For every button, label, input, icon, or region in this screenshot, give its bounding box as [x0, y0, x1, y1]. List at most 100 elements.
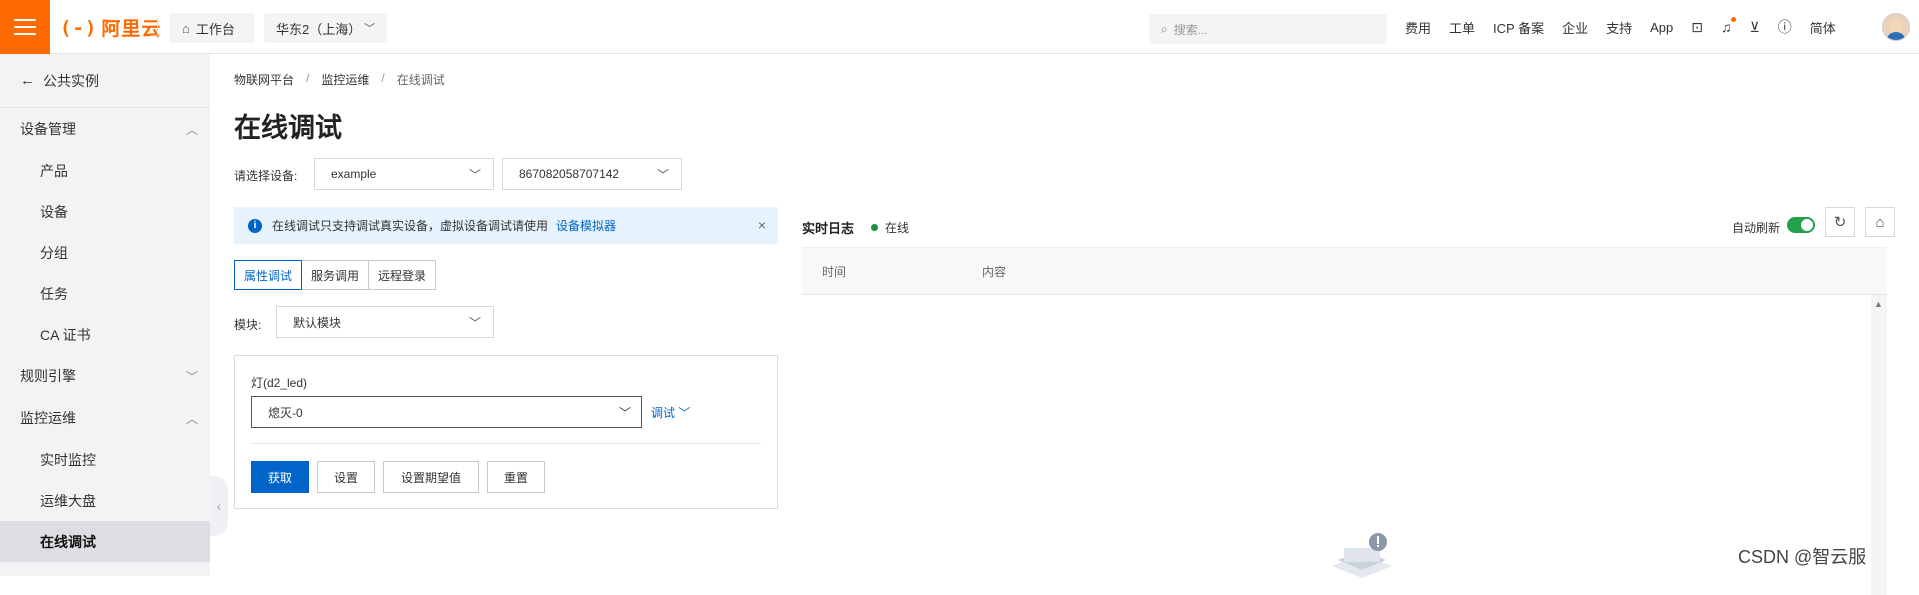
back-to-instances[interactable]: ← 公共实例 [0, 54, 210, 108]
terminal-icon[interactable]: ⊡ [1691, 19, 1703, 36]
search-icon: ⌕ [1161, 21, 1168, 36]
auto-refresh-toggle[interactable] [1787, 217, 1815, 233]
trash-icon: ⌂ [1875, 213, 1885, 231]
module-select[interactable]: 默认模块 ﹀ [276, 306, 494, 338]
notification-dot [1730, 17, 1736, 22]
panel-divider [251, 443, 761, 444]
bell-icon[interactable]: ♫ [1721, 17, 1736, 35]
log-table-header: 时间 内容 [802, 247, 1887, 295]
device-simulator-link[interactable]: 设备模拟器 [556, 217, 616, 234]
top-links: 费用 工单 ICP 备案 企业 支持 App ⊡ ♫ ⊻ ⓘ 简体 [1405, 0, 1854, 54]
tab-remote-login[interactable]: 远程登录 [368, 260, 437, 290]
reset-button[interactable]: 重置 [487, 461, 545, 493]
debug-link-label: 调试 [651, 406, 676, 420]
chevron-down-icon: ﹀ [364, 23, 375, 35]
breadcrumb-item-current: 在线调试 [396, 73, 445, 87]
module-label: 模块: [234, 318, 262, 332]
link-icp[interactable]: ICP 备案 [1493, 18, 1544, 37]
sidebar-item-ca-cert[interactable]: CA 证书 [0, 314, 210, 355]
home-icon: ⌂ [182, 20, 190, 36]
breadcrumb-separator: / [306, 71, 310, 85]
search-input[interactable]: ⌕ 搜索... [1149, 14, 1387, 44]
clear-log-button[interactable]: ⌂ [1865, 207, 1895, 237]
main-content: 物联网平台 / 监控运维 / 在线调试 在线调试 请选择设备: example … [210, 54, 1919, 595]
chevron-down-icon: ﹀ [468, 167, 481, 182]
sidebar-item-online-debug[interactable]: 在线调试 [0, 521, 210, 562]
region-selector[interactable]: 华东2（上海） ﹀ [264, 13, 387, 43]
log-table: 时间 内容 ▲ [802, 247, 1887, 595]
menu-button[interactable] [0, 0, 50, 54]
menu-icon [14, 19, 36, 35]
set-button[interactable]: 设置 [317, 461, 375, 493]
sidebar-item-devices[interactable]: 设备 [0, 191, 210, 232]
property-value-select[interactable]: 熄灭-0 ﹀ [251, 396, 642, 428]
tab-property-debug[interactable]: 属性调试 [234, 260, 303, 290]
column-content: 内容 [982, 264, 1007, 279]
debug-dropdown[interactable]: 调试 ﹀ [651, 404, 690, 421]
chevron-up-icon: ︿ [185, 411, 198, 426]
breadcrumb-item-monitoring[interactable]: 监控运维 [321, 71, 369, 88]
cart-icon[interactable]: ⊻ [1750, 19, 1760, 36]
link-support[interactable]: 支持 [1606, 18, 1632, 37]
device-select[interactable]: 867082058707142 ﹀ [502, 158, 682, 190]
sidebar-item-realtime-monitor[interactable]: 实时监控 [0, 439, 210, 480]
product-select[interactable]: example ﹀ [314, 158, 494, 190]
log-scrollbar[interactable]: ▲ [1871, 295, 1887, 595]
online-dot [871, 224, 878, 231]
link-ticket[interactable]: 工单 [1449, 18, 1475, 37]
sidebar-group-device-management[interactable]: 设备管理 ︿ [0, 108, 210, 150]
chevron-down-icon: ﹀ [185, 369, 198, 384]
language-switch[interactable]: 简体 [1810, 18, 1836, 37]
region-label: 华东2（上海） [276, 21, 362, 37]
search-placeholder: 搜索... [1173, 22, 1208, 37]
help-icon[interactable]: ⓘ [1778, 17, 1792, 37]
arrow-left-icon: ← [20, 72, 35, 89]
device-select-label: 请选择设备: [234, 169, 298, 183]
logo-divider [157, 18, 158, 36]
workbench-button[interactable]: ⌂ 工作台 [170, 13, 254, 43]
top-bar: (-) 阿里云 ⌂ 工作台 华东2（上海） ﹀ ⌕ 搜索... 费用 工单 IC… [0, 0, 1919, 54]
online-status: 在线 [871, 219, 909, 236]
property-panel: 灯(d2_led) 熄灭-0 ﹀ 调试 ﹀ 获取 设置 设置期望值 重置 [234, 355, 778, 509]
sidebar-group-rule-engine[interactable]: 规则引擎 ﹀ [0, 355, 210, 397]
chevron-down-icon: ﹀ [656, 167, 669, 182]
group-label: 监控运维 [20, 410, 76, 426]
logo-text: 阿里云 [101, 19, 162, 40]
sidebar-item-tasks[interactable]: 任务 [0, 273, 210, 314]
column-time: 时间 [822, 264, 847, 279]
aliyun-logo[interactable]: (-) 阿里云 [60, 14, 161, 41]
empty-state-illustration [1332, 533, 1392, 578]
scroll-up-icon[interactable]: ▲ [1874, 299, 1883, 309]
device-value: 867082058707142 [519, 167, 620, 181]
link-enterprise[interactable]: 企业 [1562, 18, 1588, 37]
avatar-body [1886, 32, 1906, 40]
tab-service-call[interactable]: 服务调用 [301, 260, 370, 290]
info-icon: i [248, 218, 262, 233]
property-label: 灯(d2_led) [251, 376, 308, 390]
chevron-up-icon: ︿ [185, 122, 198, 137]
sidebar-item-ops-dashboard[interactable]: 运维大盘 [0, 480, 210, 521]
debug-tabs: 属性调试 服务调用 远程登录 [234, 260, 437, 290]
module-value: 默认模块 [293, 315, 342, 330]
sidebar-item-products[interactable]: 产品 [0, 150, 210, 191]
back-label: 公共实例 [43, 72, 99, 89]
workbench-label: 工作台 [195, 21, 235, 37]
sidebar-item-groups[interactable]: 分组 [0, 232, 210, 273]
sidebar-group-monitoring[interactable]: 监控运维 ︿ [0, 397, 210, 439]
chevron-down-icon: ﹀ [678, 406, 691, 420]
refresh-button[interactable]: ↻ [1825, 207, 1855, 237]
breadcrumb-item-iot[interactable]: 物联网平台 [234, 71, 294, 88]
refresh-icon: ↻ [1833, 214, 1847, 231]
toggle-knob [1801, 219, 1813, 231]
group-label: 规则引擎 [20, 368, 76, 384]
set-desired-button[interactable]: 设置期望值 [383, 461, 479, 493]
sidebar: ← 公共实例 设备管理 ︿ 产品 设备 分组 任务 CA 证书 规则引擎 ﹀ 监… [0, 54, 210, 576]
link-billing[interactable]: 费用 [1405, 18, 1431, 37]
get-button[interactable]: 获取 [251, 461, 309, 493]
info-notice: i 在线调试只支持调试真实设备，虚拟设备调试请使用 设备模拟器 × [234, 207, 778, 244]
auto-refresh-label: 自动刷新 [1732, 221, 1781, 235]
close-icon[interactable]: × [758, 217, 766, 233]
logo-mark-icon: (-) [60, 16, 98, 39]
link-app[interactable]: App [1650, 20, 1673, 35]
avatar[interactable] [1882, 13, 1910, 41]
